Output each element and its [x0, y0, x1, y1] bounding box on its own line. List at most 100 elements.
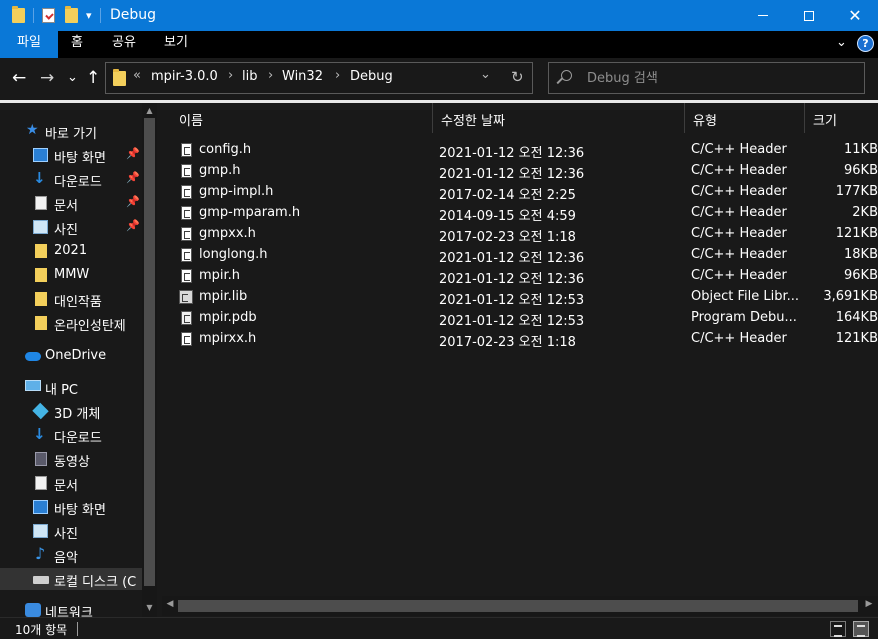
- breadcrumb-separator[interactable]: ›: [335, 68, 340, 83]
- nav-item-documents[interactable]: 문서 📌: [0, 192, 142, 214]
- file-row[interactable]: config.h 2021-01-12 오전 12:36 C/C++ Header 1…: [174, 140, 878, 161]
- nav-item-label: 3D 개체: [54, 407, 101, 422]
- up-button[interactable]: ↑: [86, 58, 100, 100]
- breadcrumb-mpir[interactable]: mpir-3.0.0: [151, 69, 218, 84]
- address-bar[interactable]: « mpir-3.0.0 › lib › Win32 › Debug ⌄ ↻: [105, 62, 533, 94]
- file-row[interactable]: mpir.h 2021-01-12 오전 12:36 C/C++ Header 96K…: [174, 266, 878, 287]
- refresh-icon[interactable]: ↻: [511, 68, 524, 86]
- nav-item-downloads[interactable]: ↓ 다운로드 📌: [0, 168, 142, 190]
- ribbon-collapse-chevron-icon[interactable]: ⌄: [836, 35, 847, 50]
- nav-item-folder-mmw[interactable]: MMW: [0, 264, 142, 286]
- search-icon: [561, 70, 572, 81]
- folder-icon: [35, 244, 47, 258]
- column-header-name[interactable]: ^ 이름: [170, 103, 432, 133]
- file-row[interactable]: gmp-mparam.h 2014-09-15 오전 4:59 C/C++ Head…: [174, 203, 878, 224]
- tab-view[interactable]: 보기: [156, 31, 196, 58]
- file-name: config.h: [199, 142, 252, 157]
- search-input[interactable]: [587, 69, 847, 87]
- file-size: 3,691KB: [823, 289, 878, 304]
- nav-item-local-disk[interactable]: 로컬 디스크 (C: [0, 568, 142, 590]
- picture-icon: [33, 524, 48, 538]
- breadcrumb-win32[interactable]: Win32: [282, 69, 323, 84]
- star-icon: ★: [26, 122, 39, 138]
- search-box[interactable]: [548, 62, 865, 94]
- maximize-button[interactable]: [786, 0, 832, 31]
- nav-item-folder-daein[interactable]: 대인작품: [0, 288, 142, 310]
- file-size: 18KB: [844, 247, 878, 262]
- breadcrumb-debug[interactable]: Debug: [350, 69, 393, 84]
- column-header-date[interactable]: 수정한 날짜: [432, 103, 684, 133]
- nav-item-documents-pc[interactable]: 문서: [0, 472, 142, 494]
- nav-item-label: 네트워크: [45, 606, 93, 617]
- tab-home[interactable]: 홈: [58, 31, 96, 58]
- file-date: 2021-01-12 오전 12:36: [439, 272, 585, 287]
- nav-item-folder-2021[interactable]: 2021: [0, 240, 142, 262]
- breadcrumb-separator[interactable]: ›: [228, 68, 233, 83]
- nav-item-3d-objects[interactable]: 3D 개체: [0, 400, 142, 422]
- nav-item-quick-access[interactable]: ★ 바로 가기: [0, 120, 142, 142]
- nav-item-onedrive[interactable]: OneDrive: [0, 345, 142, 367]
- file-date: 2021-01-12 오전 12:36: [439, 251, 585, 266]
- help-icon[interactable]: ?: [857, 35, 874, 52]
- title-separator: [100, 8, 101, 23]
- status-separator: [77, 622, 78, 636]
- nav-item-music[interactable]: ♪ 음악: [0, 544, 142, 566]
- file-row[interactable]: mpirxx.h 2017-02-23 오전 1:18 C/C++ Header 12…: [174, 329, 878, 350]
- column-header-size[interactable]: 크기: [804, 103, 878, 133]
- music-icon: ♪: [35, 544, 46, 563]
- breadcrumb-lib[interactable]: lib: [242, 69, 257, 84]
- minimize-button[interactable]: [740, 0, 786, 31]
- nav-item-label: 음악: [54, 551, 78, 566]
- file-name: gmpxx.h: [199, 226, 256, 241]
- customize-toolbar-chevron-icon[interactable]: ▾: [86, 7, 92, 24]
- file-type: C/C++ Header: [691, 268, 787, 283]
- new-folder-icon[interactable]: [65, 6, 78, 24]
- close-icon: ✕: [848, 6, 862, 25]
- scroll-right-icon[interactable]: ▶: [862, 599, 876, 609]
- scroll-up-icon[interactable]: ▲: [142, 104, 157, 118]
- scroll-down-icon[interactable]: ▼: [142, 601, 157, 615]
- close-button[interactable]: ✕: [832, 0, 878, 31]
- scroll-left-icon[interactable]: ◀: [163, 599, 177, 609]
- navpane-scrollbar[interactable]: ▲ ▼: [142, 103, 157, 617]
- details-view-button[interactable]: [830, 621, 846, 637]
- file-list-horizontal-scrollbar[interactable]: ◀ ▶: [162, 596, 878, 616]
- forward-button[interactable]: →: [40, 58, 54, 100]
- nav-item-network[interactable]: 네트워크: [0, 599, 142, 617]
- tab-share[interactable]: 공유: [104, 31, 144, 58]
- file-row[interactable]: gmp.h 2021-01-12 오전 12:36 C/C++ Header 96KB: [174, 161, 878, 182]
- nav-item-this-pc[interactable]: 내 PC: [0, 376, 142, 398]
- recent-locations-chevron-icon[interactable]: ⌄: [67, 58, 78, 100]
- video-icon: [35, 452, 47, 466]
- file-list-scroll-thumb[interactable]: [178, 600, 858, 612]
- address-overflow-icon[interactable]: «: [133, 68, 141, 83]
- nav-item-folder-online[interactable]: 온라인성탄제: [0, 312, 142, 334]
- nav-item-pictures-pc[interactable]: 사진: [0, 520, 142, 542]
- nav-item-label: 다운로드: [54, 175, 102, 190]
- file-name: mpir.h: [199, 268, 241, 283]
- nav-item-desktop-pc[interactable]: 바탕 화면: [0, 496, 142, 518]
- file-row[interactable]: longlong.h 2021-01-12 오전 12:36 C/C++ Heade…: [174, 245, 878, 266]
- file-row[interactable]: mpir.lib 2021-01-12 오전 12:53 Object File L…: [174, 287, 878, 308]
- file-date: 2014-09-15 오전 4:59: [439, 209, 576, 224]
- properties-icon[interactable]: [42, 7, 55, 24]
- back-button[interactable]: ←: [12, 58, 26, 100]
- pin-icon: 📌: [126, 195, 140, 208]
- breadcrumb-separator[interactable]: ›: [268, 68, 273, 83]
- file-row[interactable]: mpir.pdb 2021-01-12 오전 12:53 Program Debu.…: [174, 308, 878, 329]
- debug-file-icon: [181, 311, 192, 325]
- large-icons-view-button[interactable]: [853, 621, 869, 637]
- file-size: 177KB: [835, 184, 878, 199]
- address-history-chevron-icon[interactable]: ⌄: [480, 67, 491, 82]
- nav-item-downloads-pc[interactable]: ↓ 다운로드: [0, 424, 142, 446]
- navpane-scroll-thumb[interactable]: [144, 118, 155, 586]
- nav-item-videos[interactable]: 동영상: [0, 448, 142, 470]
- tab-file[interactable]: 파일: [0, 31, 58, 58]
- nav-item-desktop[interactable]: 바탕 화면 📌: [0, 144, 142, 166]
- folder-icon: [35, 268, 47, 282]
- nav-item-pictures[interactable]: 사진 📌: [0, 216, 142, 238]
- ribbon-tabs: 파일 홈 공유 보기 ⌄: [0, 31, 878, 58]
- file-row[interactable]: gmp-impl.h 2017-02-14 오전 2:25 C/C++ Header…: [174, 182, 878, 203]
- column-header-type[interactable]: 유형: [684, 103, 804, 133]
- file-row[interactable]: gmpxx.h 2017-02-23 오전 1:18 C/C++ Header 121…: [174, 224, 878, 245]
